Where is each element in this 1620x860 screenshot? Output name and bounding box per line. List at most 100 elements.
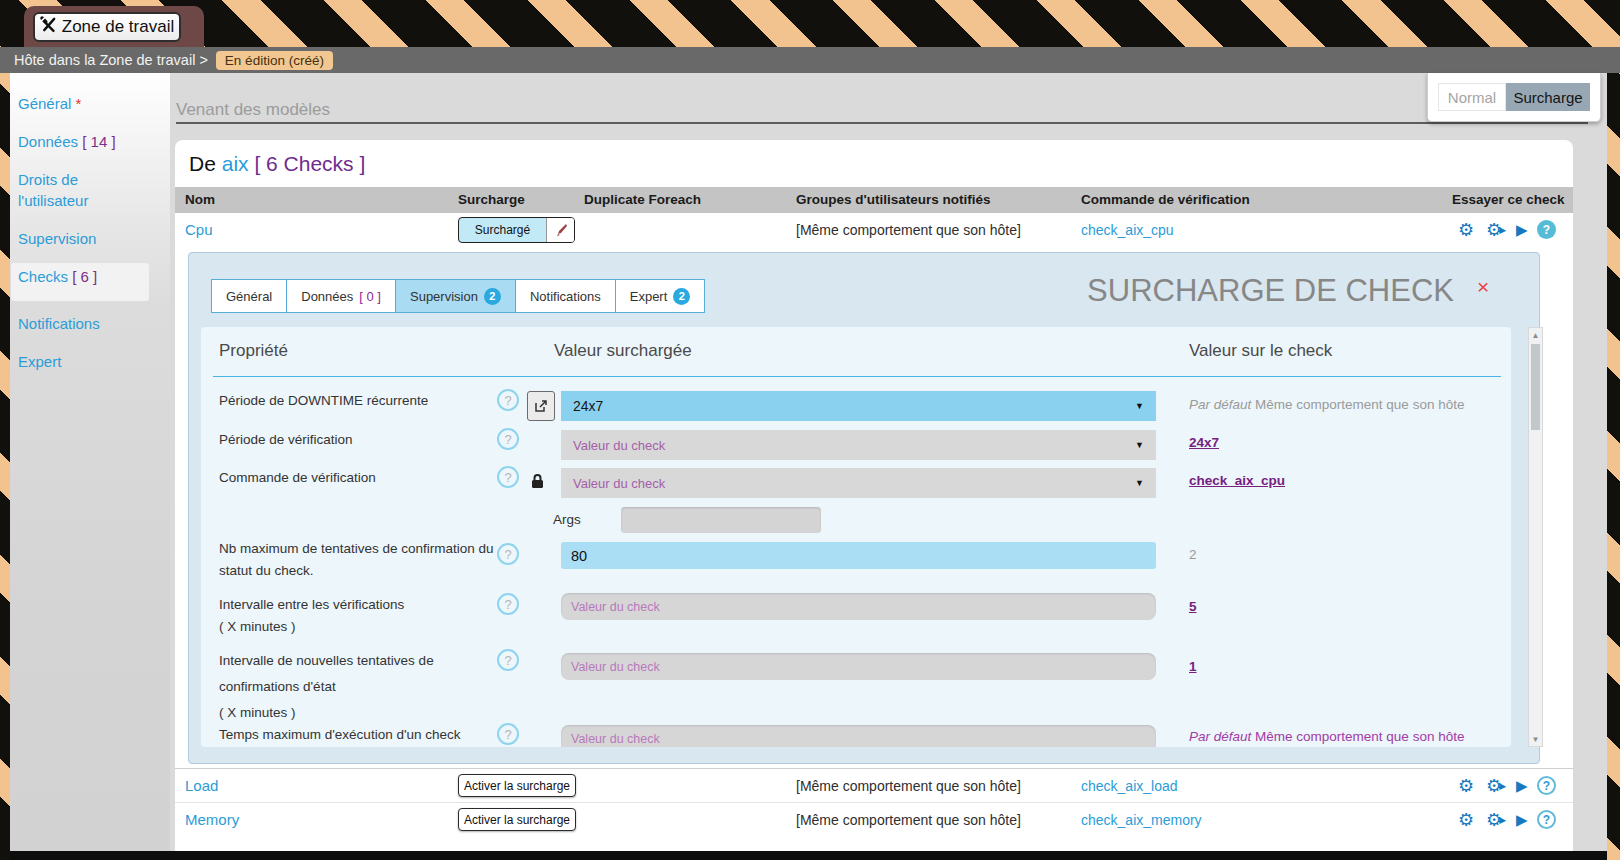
col-groupes: Groupes d'utilisateurs notifiés — [796, 192, 991, 207]
checks-panel: De aix [ 6 Checks ] Nom Surcharge Duplic… — [175, 140, 1573, 851]
status-badge: En édition (créé) — [216, 51, 333, 70]
tab-badge: 2 — [484, 288, 501, 305]
period-right-link[interactable]: 24x7 — [1189, 435, 1219, 450]
attempts-input[interactable]: 80 — [561, 542, 1156, 569]
close-icon[interactable]: × — [1477, 275, 1489, 299]
gear-arrow-icon[interactable]: ⚙▶ — [1486, 775, 1502, 797]
sidebar-item-expert[interactable]: Expert — [18, 353, 61, 370]
command-right-link[interactable]: check_aix_cpu — [1189, 473, 1285, 488]
help-icon[interactable]: ? — [1537, 776, 1556, 795]
activer-surcharge-button[interactable]: Activer la surcharge — [458, 774, 576, 797]
play-icon[interactable]: ▶ — [1516, 221, 1528, 239]
surcharge-detail-panel: Général Données[ 0 ] Supervision2 Notifi… — [188, 252, 1540, 764]
label-command: Commande de vérification — [219, 470, 376, 485]
command-select[interactable]: Valeur du check▼ — [561, 468, 1156, 498]
period-select[interactable]: Valeur du check▼ — [561, 430, 1156, 460]
help-icon[interactable]: ? — [497, 723, 519, 745]
scrollbar-thumb[interactable] — [1531, 344, 1540, 430]
sidebar-item-checks[interactable]: Checks [ 6 ] — [18, 268, 97, 285]
lock-icon — [531, 473, 544, 493]
help-icon[interactable]: ? — [1537, 810, 1556, 829]
attempts-right-value: 2 — [1189, 547, 1197, 562]
gear-arrow-icon[interactable]: ⚙▶ — [1486, 219, 1502, 241]
surcharge-toggle-button[interactable]: Surchargé — [458, 217, 575, 243]
scrollbar[interactable]: ▲ ▼ — [1528, 327, 1543, 747]
label-timeout: Temps maximum d'exécution d'un check — [219, 727, 461, 742]
sidebar-item-donnees[interactable]: Données [ 14 ] — [18, 133, 116, 150]
col-valeur-check: Valeur sur le check — [1189, 341, 1332, 361]
required-star: * — [76, 95, 82, 112]
gear-icon[interactable]: ⚙ — [1458, 809, 1474, 831]
help-icon[interactable]: ? — [497, 428, 519, 450]
gear-arrow-icon[interactable]: ⚙▶ — [1486, 809, 1502, 831]
gear-icon[interactable]: ⚙ — [1458, 219, 1474, 241]
table-row-memory: Memory Activer la surcharge [Même compor… — [175, 802, 1573, 835]
sidebar-item-droits-2[interactable]: l'utilisateur — [18, 192, 88, 209]
help-icon[interactable]: ? — [497, 649, 519, 671]
play-icon[interactable]: ▶ — [1516, 811, 1528, 829]
caret-down-icon: ▼ — [1135, 440, 1144, 450]
check-name-link[interactable]: Memory — [185, 811, 239, 828]
main-content: Venant des modèles Normal Surcharge De a… — [170, 73, 1607, 851]
help-icon[interactable]: ? — [1537, 220, 1556, 239]
col-nom: Nom — [185, 192, 215, 207]
interval-right-link[interactable]: 5 — [1189, 599, 1197, 614]
tab-general[interactable]: Général — [211, 279, 287, 313]
tab-expert[interactable]: Expert2 — [615, 279, 706, 313]
external-link-icon[interactable] — [527, 391, 555, 421]
help-icon[interactable]: ? — [497, 543, 519, 565]
tools-icon — [40, 16, 57, 38]
tab-donnees[interactable]: Données[ 0 ] — [286, 279, 396, 313]
args-input[interactable] — [621, 507, 821, 533]
sidebar-item-general[interactable]: Général * — [18, 95, 81, 112]
col-essayer: Essayer ce check — [1452, 192, 1565, 207]
check-name-link[interactable]: Load — [185, 777, 218, 794]
overlay-title: SURCHARGE DE CHECK — [1087, 273, 1454, 309]
normal-button[interactable]: Normal — [1438, 83, 1506, 111]
label-interval-2: ( X minutes ) — [219, 619, 296, 634]
downtime-select[interactable]: 24x7▼ — [561, 391, 1156, 421]
gear-icon[interactable]: ⚙ — [1458, 775, 1474, 797]
help-icon[interactable]: ? — [497, 389, 519, 411]
breadcrumb-path: Hôte dans la Zone de travail > — [14, 52, 208, 68]
workspace-tab[interactable]: Zone de travail — [33, 12, 181, 42]
command-link[interactable]: check_aix_load — [1081, 778, 1178, 794]
interval-input[interactable]: Valeur du check — [561, 593, 1156, 620]
group-text: [Même comportement que son hôte] — [796, 778, 1021, 794]
command-link[interactable]: check_aix_memory — [1081, 812, 1202, 828]
breadcrumb: Hôte dans la Zone de travail > En éditio… — [0, 47, 1620, 73]
downtime-right-value: Par défaut Même comportement que son hôt… — [1189, 397, 1464, 412]
footer-band — [10, 851, 1607, 860]
caret-down-icon: ▼ — [1135, 401, 1144, 411]
command-link[interactable]: check_aix_cpu — [1081, 222, 1174, 238]
help-icon[interactable]: ? — [497, 593, 519, 615]
table-row-cpu: Cpu Surchargé [Même comportement que son… — [175, 213, 1573, 246]
section-title: Venant des modèles — [176, 100, 330, 120]
col-valeur-surchargee: Valeur surchargée — [554, 341, 692, 361]
host-link[interactable]: aix — [222, 152, 249, 175]
workspace-tab-label: Zone de travail — [62, 17, 174, 37]
scroll-up-icon[interactable]: ▲ — [1529, 328, 1542, 342]
activer-surcharge-button[interactable]: Activer la surcharge — [458, 808, 576, 831]
caret-down-icon: ▼ — [1135, 478, 1144, 488]
sidebar-item-droits[interactable]: Droits de — [18, 171, 78, 188]
play-icon[interactable]: ▶ — [1516, 777, 1528, 795]
sidebar-item-notifications[interactable]: Notifications — [18, 315, 100, 332]
timeout-input[interactable]: Valeur du check — [561, 725, 1156, 747]
label-retry-2: confirmations d'état — [219, 679, 336, 694]
check-name-link[interactable]: Cpu — [185, 221, 213, 238]
surcharge-form: Propriété Valeur surchargée Valeur sur l… — [201, 327, 1511, 747]
retry-right-link[interactable]: 1 — [1189, 659, 1197, 674]
table-header: Nom Surcharge Duplicate Foreach Groupes … — [175, 187, 1573, 213]
retry-input[interactable]: Valeur du check — [561, 653, 1156, 680]
help-icon[interactable]: ? — [497, 466, 519, 488]
sidebar-item-supervision[interactable]: Supervision — [18, 230, 96, 247]
tab-notifications[interactable]: Notifications — [515, 279, 616, 313]
scroll-down-icon[interactable]: ▼ — [1529, 732, 1542, 746]
mode-toggle: Normal Surcharge — [1427, 73, 1601, 122]
brush-icon — [546, 218, 574, 242]
tab-supervision[interactable]: Supervision2 — [395, 279, 516, 313]
label-attempts-2: statut du check. — [219, 563, 314, 578]
surcharge-button[interactable]: Surcharge — [1506, 83, 1590, 111]
group-text: [Même comportement que son hôte] — [796, 222, 1021, 238]
